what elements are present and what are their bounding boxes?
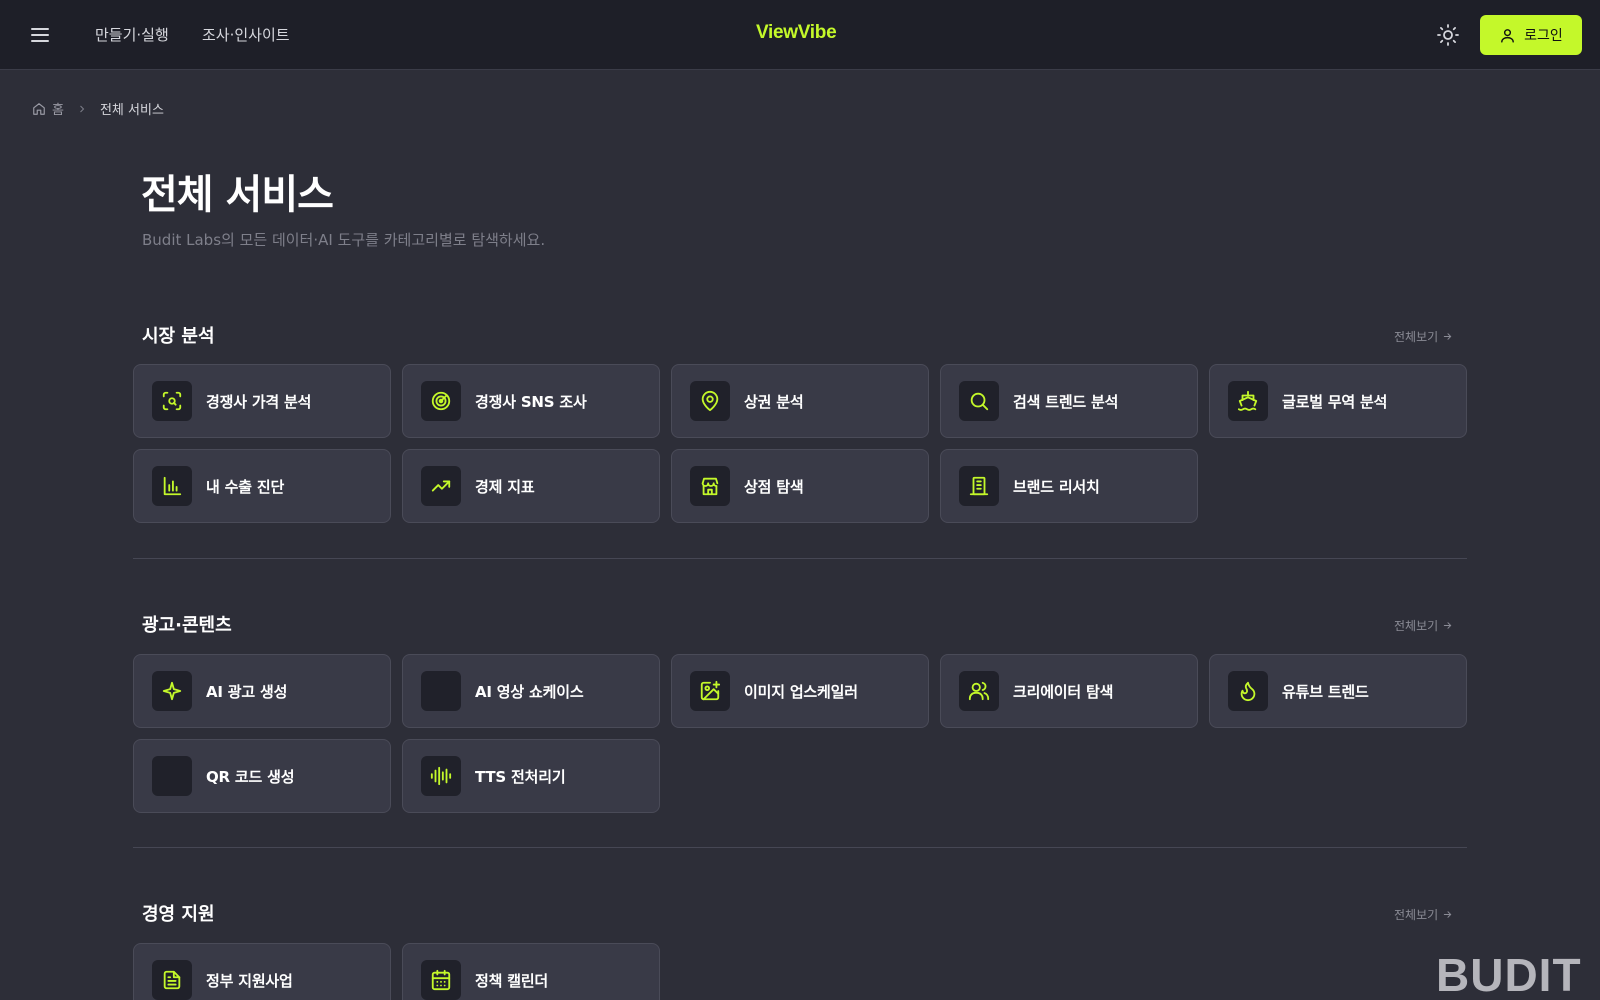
blank-icon	[421, 671, 461, 711]
see-all-market-analysis[interactable]: 전체보기	[1394, 328, 1453, 345]
building-icon	[959, 466, 999, 506]
file-text-icon	[152, 960, 192, 1000]
card-label: TTS 전처리기	[475, 767, 566, 786]
nav-link-research-insight[interactable]: 조사·인사이트	[202, 24, 290, 45]
users-icon	[959, 671, 999, 711]
card-label: 글로벌 무역 분석	[1282, 392, 1388, 411]
image-plus-icon	[690, 671, 730, 711]
card-label: AI 영상 쇼케이스	[475, 682, 584, 701]
card-ai-ad-generator[interactable]: AI 광고 생성	[133, 654, 391, 728]
chevron-right-icon	[80, 105, 85, 112]
card-image-upscaler[interactable]: 이미지 업스케일러	[671, 654, 929, 728]
breadcrumb-home[interactable]: 홈	[52, 99, 64, 118]
card-competitor-price-analysis[interactable]: 경쟁사 가격 분석	[133, 364, 391, 438]
section-divider	[133, 847, 1467, 848]
page-title: 전체 서비스	[141, 172, 334, 218]
card-label: 정책 캘린더	[475, 971, 549, 990]
sun-icon[interactable]	[1436, 23, 1460, 47]
radar-icon	[421, 381, 461, 421]
hamburger-menu-icon[interactable]	[28, 23, 52, 47]
login-button[interactable]: 로그인	[1480, 15, 1582, 55]
card-label: 경쟁사 SNS 조사	[475, 392, 587, 411]
home-icon[interactable]	[32, 102, 46, 116]
map-pin-icon	[690, 381, 730, 421]
budit-watermark: BUDIT	[1436, 949, 1582, 1000]
breadcrumb-current: 전체 서비스	[99, 103, 164, 118]
card-qr-code-generator[interactable]: QR 코드 생성	[133, 739, 391, 813]
see-all-business-support[interactable]: 전체보기	[1394, 906, 1453, 923]
card-store-explorer[interactable]: 상점 탐색	[671, 449, 929, 523]
section-title-business-support: 경영 지원	[142, 904, 215, 925]
top-header: 만들기·실행 조사·인사이트 ViewVibe 로그인	[0, 0, 1600, 70]
card-brand-research[interactable]: 브랜드 리서치	[940, 449, 1198, 523]
card-label: 상권 분석	[744, 392, 804, 411]
arrow-right-icon	[1444, 622, 1452, 629]
card-label: 이미지 업스케일러	[744, 682, 858, 701]
card-search-trend-analysis[interactable]: 검색 트렌드 분석	[940, 364, 1198, 438]
see-all-label: 전체보기	[1394, 908, 1439, 922]
section-divider	[133, 558, 1467, 559]
see-all-label: 전체보기	[1394, 330, 1439, 344]
user-icon	[1501, 28, 1515, 43]
bar-chart-icon	[152, 466, 192, 506]
card-ai-video-showcase[interactable]: AI 영상 쇼케이스	[402, 654, 660, 728]
section-title-market-analysis: 시장 분석	[142, 326, 215, 347]
card-label: 경제 지표	[475, 477, 535, 496]
card-tts-preprocessor[interactable]: TTS 전처리기	[402, 739, 660, 813]
card-global-trade-analysis[interactable]: 글로벌 무역 분석	[1209, 364, 1467, 438]
card-creator-explorer[interactable]: 크리에이터 탐색	[940, 654, 1198, 728]
card-label: 검색 트렌드 분석	[1013, 392, 1119, 411]
login-label: 로그인	[1524, 28, 1563, 44]
card-my-export-diagnosis[interactable]: 내 수출 진단	[133, 449, 391, 523]
card-policy-calendar[interactable]: 정책 캘린더	[402, 943, 660, 1000]
arrow-right-icon	[1444, 333, 1452, 340]
store-icon	[690, 466, 730, 506]
nav-link-create-run[interactable]: 만들기·실행	[95, 24, 169, 45]
see-all-ads-content[interactable]: 전체보기	[1394, 617, 1453, 634]
calendar-icon	[421, 960, 461, 1000]
card-label: 상점 탐색	[744, 477, 804, 496]
card-label: QR 코드 생성	[206, 767, 295, 786]
card-label: 유튜브 트렌드	[1282, 682, 1369, 701]
trending-up-icon	[421, 466, 461, 506]
ship-icon	[1228, 381, 1268, 421]
card-youtube-trend[interactable]: 유튜브 트렌드	[1209, 654, 1467, 728]
search-icon	[959, 381, 999, 421]
card-economic-indicators[interactable]: 경제 지표	[402, 449, 660, 523]
page-subtitle: Budit Labs의 모든 데이터·AI 도구를 카테고리별로 탐색하세요.	[142, 231, 546, 249]
arrow-right-icon	[1444, 911, 1452, 918]
logo[interactable]: ViewVibe	[756, 22, 837, 44]
card-label: 경쟁사 가격 분석	[206, 392, 312, 411]
audio-wave-icon	[421, 756, 461, 796]
card-competitor-sns-research[interactable]: 경쟁사 SNS 조사	[402, 364, 660, 438]
card-label: 크리에이터 탐색	[1013, 682, 1114, 701]
flame-icon	[1228, 671, 1268, 711]
breadcrumb: 홈 전체 서비스	[32, 99, 164, 118]
card-government-support-program[interactable]: 정부 지원사업	[133, 943, 391, 1000]
card-commercial-area-analysis[interactable]: 상권 분석	[671, 364, 929, 438]
sparkle-icon	[152, 671, 192, 711]
card-label: 내 수출 진단	[206, 477, 285, 496]
see-all-label: 전체보기	[1394, 619, 1439, 633]
card-label: AI 광고 생성	[206, 682, 288, 701]
section-title-ads-content: 광고·콘텐츠	[142, 615, 232, 636]
blank-icon	[152, 756, 192, 796]
scan-search-icon	[152, 381, 192, 421]
card-label: 브랜드 리서치	[1013, 477, 1100, 496]
card-label: 정부 지원사업	[206, 971, 293, 990]
